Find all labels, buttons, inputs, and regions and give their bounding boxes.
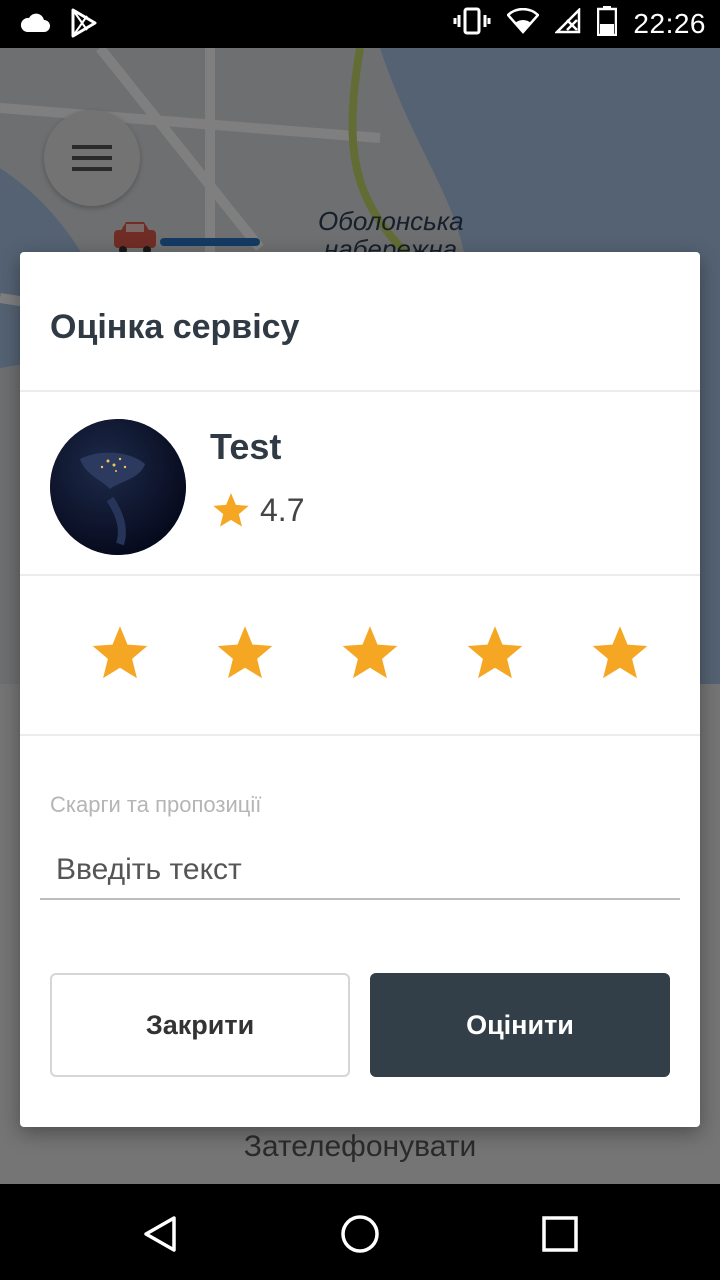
divider [20,390,700,392]
recents-icon [542,1216,578,1252]
call-button-label: Зателефонувати [243,1130,477,1163]
back-icon [144,1216,176,1252]
rate-button[interactable]: Оцінити [370,973,670,1077]
status-bar: 22:26 [0,0,720,48]
driver-rating: 4.7 [212,492,304,529]
rating-dialog: Оцінка сервісу Test 4.7 Скарги та пропоз… [20,252,700,1127]
battery-icon [597,6,618,41]
star-rating-input [90,624,650,684]
star-icon [92,626,148,679]
complaints-input[interactable] [40,848,680,900]
star-icon [592,626,648,679]
driver-avatar [50,419,186,555]
star-icon [213,492,249,527]
home-icon [341,1215,379,1253]
navigation-bar [0,1184,720,1280]
driver-name: Test [210,426,282,467]
recents-button[interactable] [532,1206,588,1262]
star-1-button[interactable] [90,624,150,684]
star-4-button[interactable] [465,624,525,684]
dialog-title: Оцінка сервісу [50,308,300,346]
play-store-icon [70,8,98,43]
cloud-icon [18,11,52,40]
close-button[interactable]: Закрити [50,973,350,1077]
star-icon [467,626,523,679]
rating-value: 4.7 [260,492,305,528]
home-button[interactable] [332,1206,388,1262]
star-icon [217,626,273,679]
divider [20,734,700,736]
wifi-icon [506,7,541,39]
complaints-label: Скарги та пропозиції [50,792,262,817]
back-button[interactable] [132,1206,188,1262]
divider [20,574,700,576]
clock: 22:26 [633,7,706,39]
vibrate-icon [453,7,491,40]
star-3-button[interactable] [340,624,400,684]
no-signal-icon [554,6,581,39]
star-5-button[interactable] [590,624,650,684]
star-icon [342,626,398,679]
star-2-button[interactable] [215,624,275,684]
